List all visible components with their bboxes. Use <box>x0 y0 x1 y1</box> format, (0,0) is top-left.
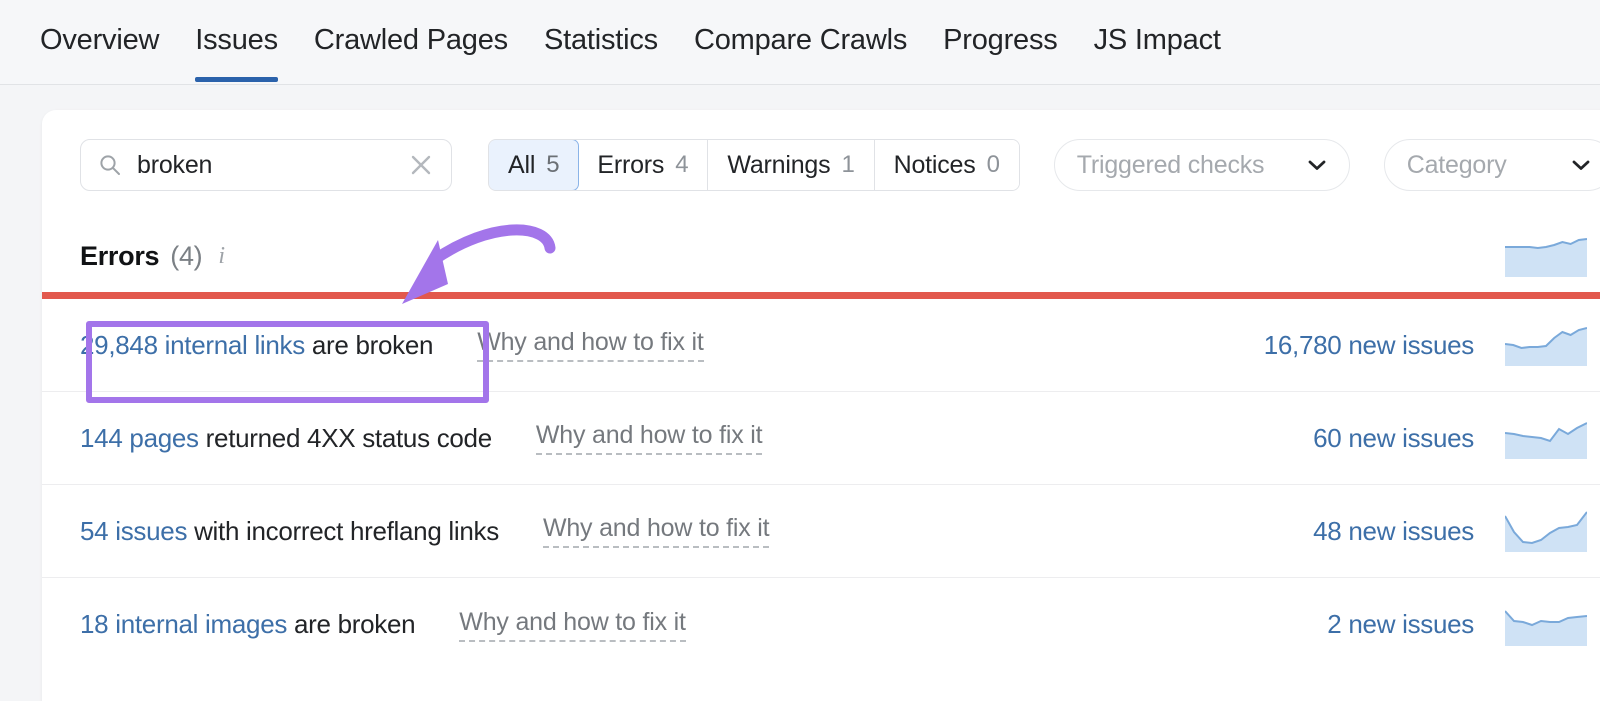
new-issues-link[interactable]: 2 new issues <box>1327 609 1474 640</box>
filter-notices[interactable]: Notices 0 <box>874 140 1019 190</box>
new-issues-link[interactable]: 60 new issues <box>1313 423 1474 454</box>
tab-progress-label: Progress <box>943 24 1058 56</box>
table-row[interactable]: 29,848 internal links are broken Why and… <box>42 299 1600 392</box>
sparkline-row <box>1505 511 1587 552</box>
new-issues-link[interactable]: 48 new issues <box>1313 516 1474 547</box>
section-title: Errors <box>80 240 160 271</box>
triggered-checks-dropdown[interactable]: Triggered checks <box>1053 139 1350 191</box>
table-row[interactable]: 144 pages returned 4XX status code Why a… <box>42 392 1600 485</box>
chevron-down-icon <box>1308 160 1326 170</box>
issue-link[interactable]: 29,848 internal links <box>80 330 305 360</box>
issue-rest: with incorrect hreflang links <box>187 515 499 546</box>
tab-issues[interactable]: Issues <box>195 22 278 82</box>
page-root: Overview Issues Crawled Pages Statistics… <box>0 0 1600 701</box>
filter-errors-count: 4 <box>675 151 689 178</box>
search-icon <box>100 155 120 175</box>
category-dropdown[interactable]: Category <box>1383 139 1600 191</box>
filter-all[interactable]: All 5 <box>488 140 580 190</box>
tab-statistics-label: Statistics <box>543 24 658 56</box>
issue-title: 18 internal images are broken <box>80 609 416 640</box>
issue-title: 29,848 internal links are broken <box>80 329 434 361</box>
filter-warnings-count: 1 <box>841 151 855 178</box>
search-input-value: broken <box>137 150 213 179</box>
tab-compare-crawls[interactable]: Compare Crawls <box>694 22 907 82</box>
new-issues-link[interactable]: 16,780 new issues <box>1264 330 1475 361</box>
table-row[interactable]: 18 internal images are broken Why and ho… <box>42 578 1600 671</box>
tab-progress[interactable]: Progress <box>943 22 1058 82</box>
tab-overview[interactable]: Overview <box>40 22 159 82</box>
issue-rest: returned 4XX status code <box>198 422 493 453</box>
severity-filter-group: All 5 Errors 4 Warnings 1 Notices 0 <box>488 139 1020 191</box>
filter-toolbar: broken All 5 Errors 4 Warnings 1 Notices… <box>42 110 1600 220</box>
filter-notices-label: Notices <box>893 150 976 179</box>
issue-link[interactable]: 54 issues <box>80 516 187 546</box>
tab-crawled-pages-label: Crawled Pages <box>313 24 508 56</box>
issue-title: 144 pages returned 4XX status code <box>80 423 492 454</box>
tab-overview-label: Overview <box>40 24 160 56</box>
sparkline-row <box>1505 327 1587 366</box>
tab-compare-crawls-label: Compare Crawls <box>693 24 908 56</box>
why-how-to-fix-link[interactable]: Why and how to fix it <box>459 608 686 642</box>
tab-crawled-pages[interactable]: Crawled Pages <box>314 22 508 82</box>
issue-link[interactable]: 144 pages <box>80 423 199 453</box>
chevron-down-icon <box>1572 160 1590 170</box>
tab-list: Overview Issues Crawled Pages Statistics… <box>40 0 1221 85</box>
issue-rest: are broken <box>304 329 434 360</box>
tab-js-impact-label: JS Impact <box>1093 24 1221 56</box>
table-row[interactable]: 54 issues with incorrect hreflang links … <box>42 485 1600 578</box>
info-icon[interactable]: i <box>218 243 225 270</box>
category-label: Category <box>1406 150 1507 179</box>
sparkline-header <box>1505 238 1587 277</box>
filter-warnings[interactable]: Warnings 1 <box>708 140 875 190</box>
close-icon[interactable] <box>409 153 433 177</box>
filter-warnings-label: Warnings <box>727 150 831 179</box>
tab-issues-label: Issues <box>195 24 278 56</box>
filter-errors-label: Errors <box>597 150 665 179</box>
filter-all-label: All <box>508 150 536 179</box>
filter-all-count: 5 <box>546 151 560 178</box>
sparkline-row <box>1505 422 1587 459</box>
issue-rest: are broken <box>287 609 416 639</box>
issues-card: broken All 5 Errors 4 Warnings 1 Notices… <box>42 110 1600 701</box>
tab-statistics[interactable]: Statistics <box>544 22 658 82</box>
tab-js-impact[interactable]: JS Impact <box>1094 22 1221 82</box>
top-tab-bar: Overview Issues Crawled Pages Statistics… <box>0 0 1600 85</box>
why-how-to-fix-link[interactable]: Why and how to fix it <box>477 328 704 362</box>
why-how-to-fix-link[interactable]: Why and how to fix it <box>542 514 770 548</box>
errors-divider-rule <box>42 292 1600 299</box>
issue-title: 54 issues with incorrect hreflang links <box>80 516 499 547</box>
filter-notices-count: 0 <box>986 151 1000 178</box>
errors-section-header: Errors (4) i <box>42 220 1600 292</box>
filter-errors[interactable]: Errors 4 <box>578 140 709 190</box>
issue-link[interactable]: 18 internal images <box>80 609 287 639</box>
triggered-checks-label: Triggered checks <box>1076 150 1265 179</box>
section-count: (4) <box>170 240 203 271</box>
why-how-to-fix-link[interactable]: Why and how to fix it <box>535 421 763 455</box>
sparkline-row <box>1505 609 1587 646</box>
search-input[interactable]: broken <box>80 139 452 191</box>
